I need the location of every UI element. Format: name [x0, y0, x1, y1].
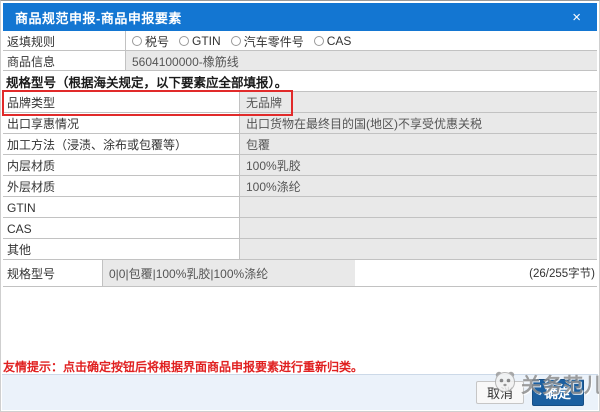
radio-auto-part-number[interactable]: 汽车零件号 [231, 33, 304, 50]
element-row-export-preference: 出口享惠情况 出口货物在最终目的国(地区)不享受优惠关税 [3, 113, 597, 134]
footer-bar: 取消 确定 [2, 374, 598, 410]
element-label: 其他 [3, 239, 240, 259]
title-bar: 商品规范申报-商品申报要素 × [3, 3, 597, 31]
radio-icon [132, 36, 142, 46]
radio-label: 税号 [145, 33, 169, 50]
refill-rule-label: 返填规则 [3, 31, 126, 50]
byte-counter: (26/255字节) [355, 260, 597, 286]
radio-tax-number[interactable]: 税号 [132, 33, 169, 50]
spec-model-value-field[interactable]: 0|0|包覆|100%乳胶|100%涤纶 [103, 260, 355, 286]
declaration-form-table: 返填规则 税号 GTIN 汽车零件号 [3, 31, 597, 287]
element-value-field[interactable]: 100%乳胶 [240, 155, 597, 175]
spec-section-header: 规格型号（根据海关规定，以下要素应全部填报）。 [3, 71, 597, 92]
element-label: 出口享惠情况 [3, 113, 240, 133]
element-row-cas: CAS [3, 218, 597, 239]
spacer [1, 287, 599, 360]
product-info-row: 商品信息 5604100000-橡筋线 [3, 51, 597, 71]
radio-label: 汽车零件号 [244, 33, 304, 50]
spec-model-row: 规格型号 0|0|包覆|100%乳胶|100%涤纶 (26/255字节) [3, 260, 597, 287]
radio-cas[interactable]: CAS [314, 34, 352, 48]
radio-icon [314, 36, 324, 46]
element-value-field[interactable]: 无品牌 [240, 92, 597, 112]
element-row-other: 其他 [3, 239, 597, 260]
element-value-field[interactable]: 包覆 [240, 134, 597, 154]
radio-icon [179, 36, 189, 46]
element-value-field[interactable]: 100%涤纶 [240, 176, 597, 196]
element-row-gtin: GTIN [3, 197, 597, 218]
dialog-title: 商品规范申报-商品申报要素 [15, 8, 182, 27]
friendly-hint-text: 友情提示：点击确定按钮后将根据界面商品申报要素进行重新归类。 [3, 360, 599, 374]
radio-label: CAS [327, 34, 352, 48]
element-row-inner-material: 内层材质 100%乳胶 [3, 155, 597, 176]
element-label: 外层材质 [3, 176, 240, 196]
element-value-field[interactable] [240, 218, 597, 238]
cancel-button[interactable]: 取消 [476, 381, 524, 404]
radio-group: 税号 GTIN 汽车零件号 CAS [132, 33, 351, 50]
radio-gtin[interactable]: GTIN [179, 34, 221, 48]
radio-label: GTIN [192, 34, 221, 48]
confirm-button[interactable]: 确定 [532, 379, 584, 406]
close-icon[interactable]: × [568, 8, 585, 27]
radio-icon [231, 36, 241, 46]
declaration-elements-dialog: 商品规范申报-商品申报要素 × 返填规则 税号 GTIN [0, 0, 600, 412]
element-label: 品牌类型 [3, 92, 240, 112]
spec-model-label: 规格型号 [3, 260, 103, 286]
element-value-field[interactable] [240, 239, 597, 259]
refill-rule-row: 返填规则 税号 GTIN 汽车零件号 [3, 31, 597, 51]
element-row-outer-material: 外层材质 100%涤纶 [3, 176, 597, 197]
refill-rule-options: 税号 GTIN 汽车零件号 CAS [126, 31, 597, 50]
element-label: GTIN [3, 197, 240, 217]
element-label: 加工方法（浸渍、涂布或包覆等） [3, 134, 240, 154]
element-value-field[interactable] [240, 197, 597, 217]
element-row-processing-method: 加工方法（浸渍、涂布或包覆等） 包覆 [3, 134, 597, 155]
element-label: 内层材质 [3, 155, 240, 175]
product-info-label: 商品信息 [3, 51, 126, 70]
element-label: CAS [3, 218, 240, 238]
product-info-value: 5604100000-橡筋线 [126, 51, 597, 70]
element-value-field[interactable]: 出口货物在最终目的国(地区)不享受优惠关税 [240, 113, 597, 133]
element-row-brand-type: 品牌类型 无品牌 [3, 92, 597, 113]
